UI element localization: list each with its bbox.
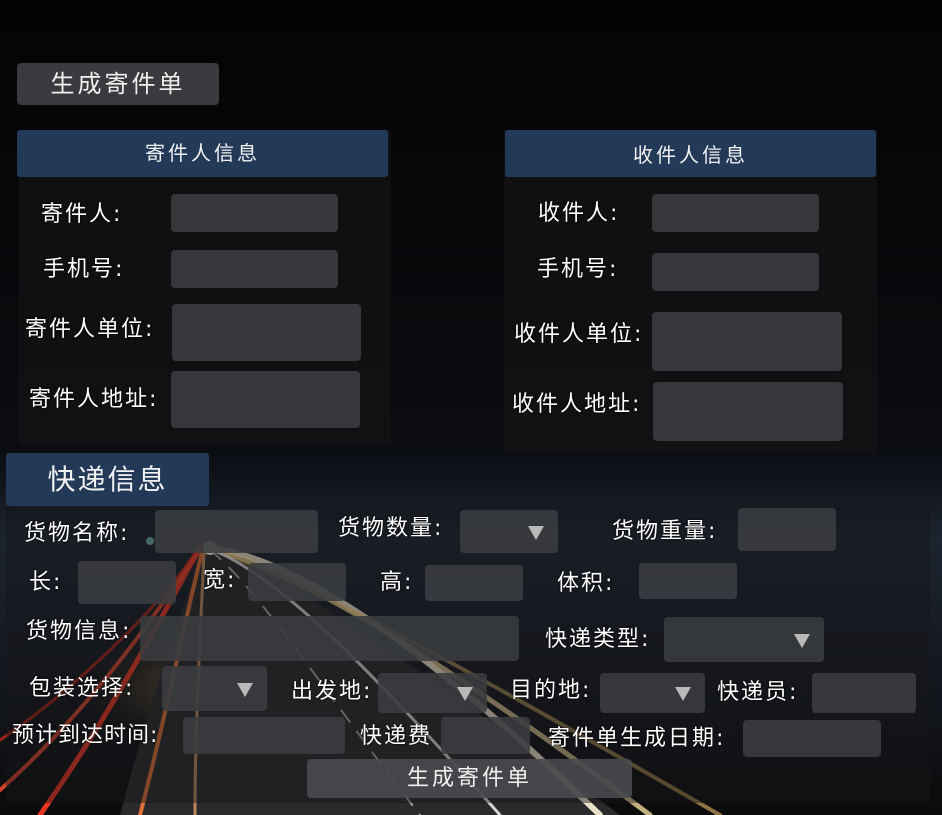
goods-info-input[interactable] [140,616,519,661]
receiver-company-label: 收件人单位: [514,322,644,347]
sender-panel-title: 寄件人信息 [17,130,388,177]
receiver-address-input[interactable] [653,382,843,441]
goods-quantity-select[interactable] [460,510,558,553]
packaging-select[interactable] [162,666,267,711]
goods-weight-label: 货物重量: [612,519,718,544]
receiver-phone-label: 手机号: [537,257,619,282]
receiver-name-label: 收件人: [538,201,620,226]
goods-info-label: 货物信息: [26,619,132,644]
sender-phone-input[interactable] [171,250,338,288]
express-type-label: 快递类型: [545,627,651,652]
courier-input[interactable] [812,673,916,713]
sender-phone-label: 手机号: [43,257,125,282]
width-label: 宽: [203,568,237,593]
destination-label: 目的地: [510,678,592,703]
receiver-name-input[interactable] [652,194,819,232]
length-input[interactable] [78,561,176,604]
width-input[interactable] [248,563,346,601]
submit-waybill-button[interactable]: 生成寄件单 [307,759,632,798]
eta-label: 预计到达时间: [12,723,159,748]
goods-quantity-label: 货物数量: [338,516,444,541]
generate-waybill-button[interactable]: 生成寄件单 [17,63,219,105]
eta-input[interactable] [183,717,345,754]
height-label: 高: [380,570,414,595]
sender-address-input[interactable] [171,371,360,428]
goods-name-label: 货物名称: [24,521,130,546]
receiver-company-input[interactable] [652,312,842,371]
receiver-panel-title: 收件人信息 [505,130,876,177]
volume-label: 体积: [557,571,615,596]
fee-input[interactable] [441,717,530,754]
origin-label: 出发地: [291,679,373,704]
courier-label: 快递员: [717,680,799,705]
fee-label: 快递费 [360,724,433,749]
packaging-label: 包装选择: [29,676,135,701]
express-panel-title: 快递信息 [6,453,209,506]
sender-company-label: 寄件人单位: [25,317,155,342]
destination-select[interactable] [600,673,705,713]
receiver-phone-input[interactable] [652,253,819,291]
sender-name-label: 寄件人: [41,202,123,227]
sender-name-input[interactable] [171,194,338,232]
goods-name-input[interactable] [155,510,318,553]
volume-input[interactable] [639,563,737,599]
sender-company-input[interactable] [172,304,361,361]
origin-select[interactable] [378,673,487,713]
height-input[interactable] [425,565,523,601]
goods-weight-input[interactable] [738,508,836,551]
receiver-address-label: 收件人地址: [512,392,642,417]
waybill-date-label: 寄件单生成日期: [548,726,726,751]
express-type-select[interactable] [664,617,824,662]
waybill-date-input[interactable] [743,720,881,757]
sender-address-label: 寄件人地址: [29,387,159,412]
length-label: 长: [29,570,63,595]
